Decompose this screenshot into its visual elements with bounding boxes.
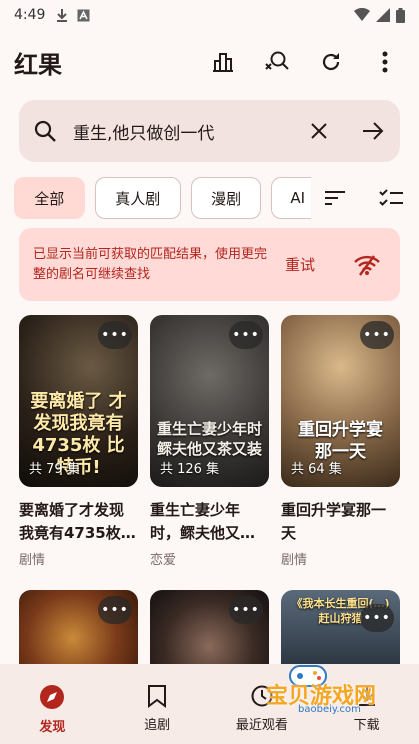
card-title[interactable]: 重回升学宴那一天 xyxy=(281,499,400,545)
card-genre: 恋爱 xyxy=(150,553,177,568)
download-icon xyxy=(358,687,375,706)
nav-label: 最近观看 xyxy=(235,718,288,733)
advanced-search-button[interactable] xyxy=(263,48,291,76)
card-genre: 剧情 xyxy=(19,553,46,568)
chip-comic[interactable]: 漫剧 xyxy=(190,177,262,219)
ranking-icon xyxy=(213,53,233,72)
close-icon xyxy=(311,123,327,139)
multi-select-button[interactable] xyxy=(377,184,405,212)
status-bar: 4:49 xyxy=(0,0,419,30)
app-notification-icon xyxy=(77,9,90,21)
card-more-button[interactable]: ••• xyxy=(98,321,132,349)
filter-chips: 全部 真人剧 漫剧 AI xyxy=(14,176,419,220)
download-status-icon xyxy=(57,9,68,22)
poster[interactable]: ••• xyxy=(19,590,138,670)
sort-button[interactable] xyxy=(321,184,349,212)
card-more-button[interactable]: ••• xyxy=(229,321,263,349)
card-more-button[interactable]: ••• xyxy=(229,596,263,624)
drama-card[interactable]: ••• xyxy=(150,590,269,670)
search-bar[interactable]: 重生,他只做创一代 xyxy=(19,100,400,162)
search-input[interactable]: 重生,他只做创一代 xyxy=(73,119,306,144)
signal-icon xyxy=(376,8,390,22)
card-title[interactable]: 要离婚了才发现我竟有4735枚比特币! xyxy=(19,499,138,545)
card-more-button[interactable]: ••• xyxy=(360,321,394,349)
poster[interactable]: ••• xyxy=(150,590,269,670)
checklist-icon xyxy=(379,189,403,206)
nav-recent[interactable]: 最近观看 xyxy=(210,664,315,744)
poster[interactable]: 重回升学宴 那一天 ••• 共 64 集 xyxy=(281,315,400,487)
wifi-off-icon xyxy=(354,254,380,276)
more-options-button[interactable] xyxy=(371,48,399,76)
wifi-icon xyxy=(354,8,370,21)
retry-button[interactable]: 重试 xyxy=(285,254,315,275)
more-vert-icon xyxy=(382,51,388,73)
nav-label: 发现 xyxy=(39,720,66,735)
episode-count: 共 79 集 xyxy=(29,462,80,477)
history-icon xyxy=(251,685,273,707)
nav-label: 追剧 xyxy=(144,718,171,733)
refresh-button[interactable] xyxy=(317,48,345,76)
poster-title-art: 重回升学宴 那一天 xyxy=(298,420,383,462)
sort-icon xyxy=(325,191,345,205)
status-time: 4:49 xyxy=(14,7,46,23)
search-icon xyxy=(34,120,56,142)
nav-discover[interactable]: 发现 xyxy=(0,664,105,744)
notice-message: 已显示当前可获取的匹配结果，使用更完整的剧名可继续查找 xyxy=(33,246,268,282)
arrow-right-icon xyxy=(363,122,384,140)
card-title[interactable]: 重生亡妻少年时，鳏夫他又茶又装 xyxy=(150,499,269,545)
app-title: 红果 xyxy=(14,50,62,79)
compass-icon xyxy=(40,685,65,709)
bookmark-icon xyxy=(148,685,167,708)
ranking-button[interactable] xyxy=(209,48,237,76)
chip-live-action[interactable]: 真人剧 xyxy=(94,177,181,219)
app-bar: 红果 xyxy=(0,40,419,84)
bottom-navigation: 发现 追剧 最近观看 下载 xyxy=(0,664,419,744)
refresh-icon xyxy=(322,53,340,71)
nav-download[interactable]: 下载 xyxy=(314,664,419,744)
poster-title-art: 重生亡妻少年时 鳏夫他又茶又装 xyxy=(156,420,262,458)
episode-count: 共 126 集 xyxy=(160,462,220,477)
poster[interactable]: 重生亡妻少年时 鳏夫他又茶又装 ••• 共 126 集 xyxy=(150,315,269,487)
nav-following[interactable]: 追剧 xyxy=(105,664,210,744)
poster[interactable]: 《我本长生重回(…) 赶山狩猎 ••• xyxy=(281,590,400,670)
drama-card[interactable]: 重回升学宴 那一天 ••• 共 64 集 重回升学宴那一天 剧情 xyxy=(281,315,400,568)
search-notice: 已显示当前可获取的匹配结果，使用更完整的剧名可继续查找 重试 xyxy=(19,228,400,301)
drama-card[interactable]: 重生亡妻少年时 鳏夫他又茶又装 ••• 共 126 集 重生亡妻少年时，鳏夫他又… xyxy=(150,315,269,568)
battery-icon xyxy=(396,7,405,23)
poster[interactable]: 要离婚了 才发现我竟有 4735枚 比特币! ••• 共 79 集 xyxy=(19,315,138,487)
results-grid-row2: ••• ••• 《我本长生重回(…) 赶山狩猎 ••• xyxy=(19,590,401,670)
card-more-button[interactable]: ••• xyxy=(98,596,132,624)
drama-card[interactable]: ••• xyxy=(19,590,138,670)
chip-ai[interactable]: AI xyxy=(271,177,311,219)
drama-card[interactable]: 要离婚了 才发现我竟有 4735枚 比特币! ••• 共 79 集 要离婚了才发… xyxy=(19,315,138,568)
results-grid: 要离婚了 才发现我竟有 4735枚 比特币! ••• 共 79 集 要离婚了才发… xyxy=(19,315,401,568)
card-more-button[interactable]: ••• xyxy=(360,604,394,632)
drama-card[interactable]: 《我本长生重回(…) 赶山狩猎 ••• xyxy=(281,590,400,670)
episode-count: 共 64 集 xyxy=(291,462,342,477)
nav-label: 下载 xyxy=(353,718,380,733)
chip-all[interactable]: 全部 xyxy=(14,177,85,219)
card-genre: 剧情 xyxy=(281,553,308,568)
clear-search-button[interactable] xyxy=(306,118,332,144)
submit-search-button[interactable] xyxy=(360,118,386,144)
search-clear-icon xyxy=(265,51,289,70)
